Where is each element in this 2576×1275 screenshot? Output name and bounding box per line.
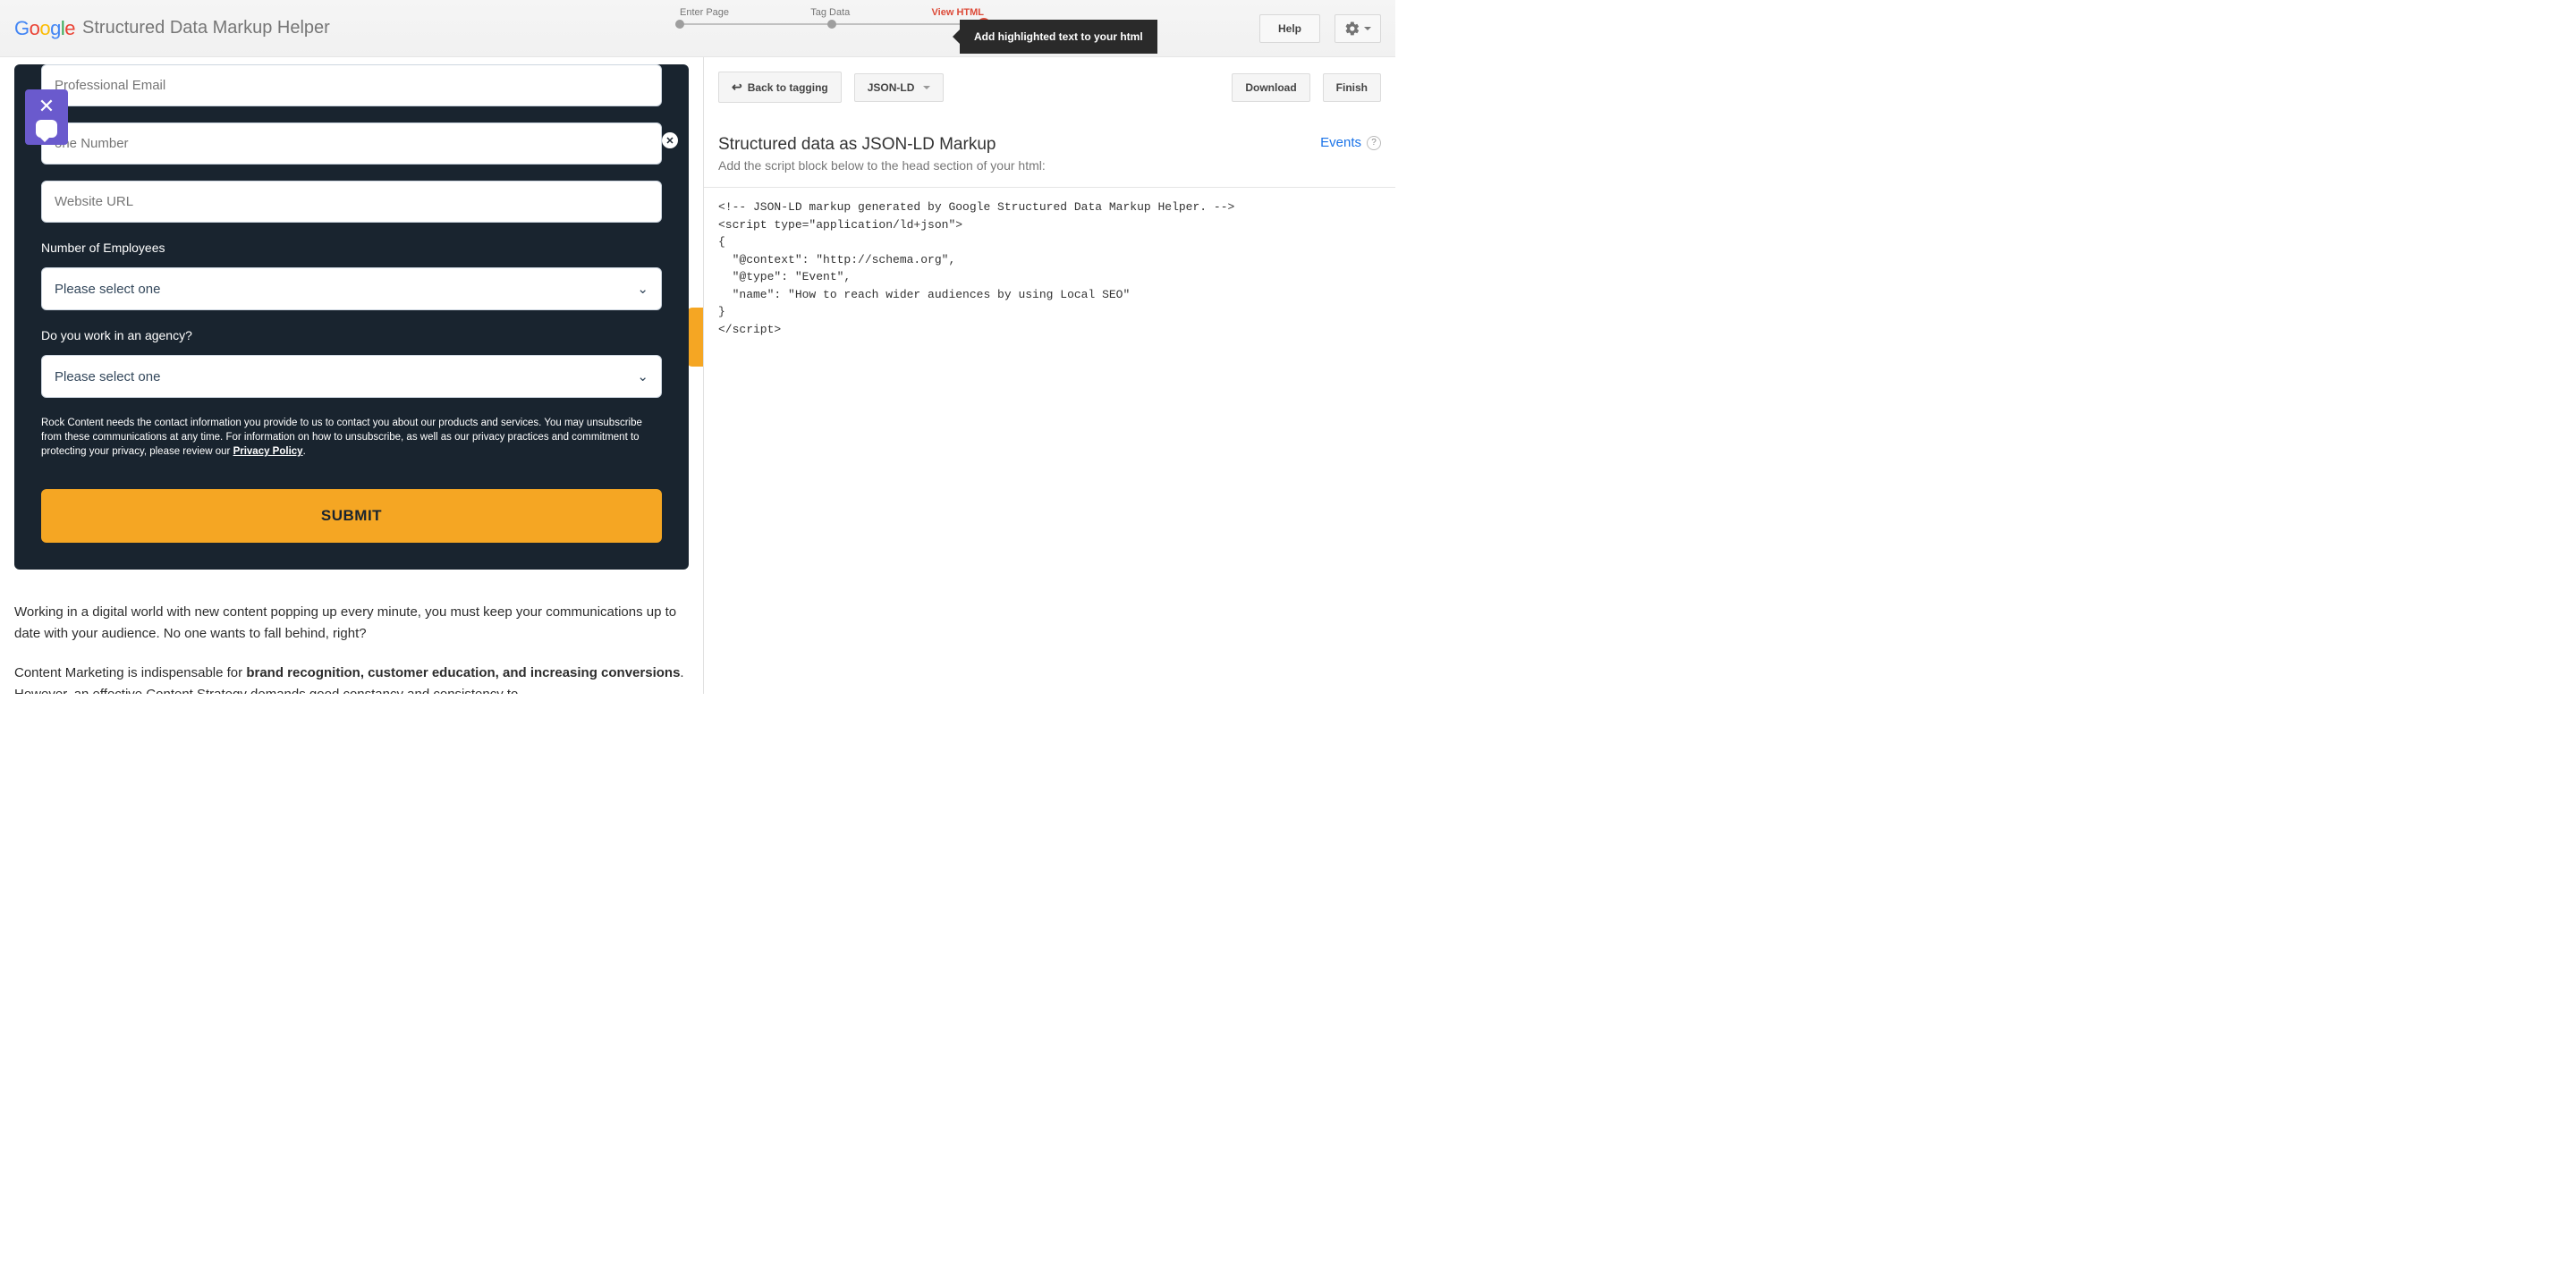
- article-body: Working in a digital world with new cont…: [14, 602, 689, 694]
- google-logo: Google: [14, 17, 75, 40]
- chat-bubble-icon: [36, 120, 57, 138]
- right-panel: ↩ Back to tagging JSON-LD Download Finis…: [703, 57, 1395, 694]
- left-panel: ✕ ✕ Number of Employees Please select on…: [0, 57, 703, 694]
- article-p1: Working in a digital world with new cont…: [14, 602, 689, 645]
- email-field[interactable]: [41, 64, 662, 106]
- app-header: Google Structured Data Markup Helper Ent…: [0, 0, 1395, 57]
- employees-value: Please select one: [55, 282, 160, 297]
- logo-area: Google Structured Data Markup Helper: [14, 17, 330, 40]
- submit-button[interactable]: SUBMIT: [41, 489, 662, 543]
- article-p2: Content Marketing is indispensable for b…: [14, 663, 689, 694]
- chat-widget[interactable]: ✕: [25, 89, 68, 145]
- code-output[interactable]: <!-- JSON-LD markup generated by Google …: [704, 188, 1395, 349]
- privacy-policy-link[interactable]: Privacy Policy: [233, 446, 303, 457]
- format-dropdown[interactable]: JSON-LD: [854, 73, 945, 102]
- app-title: Structured Data Markup Helper: [82, 18, 330, 38]
- settings-button[interactable]: [1335, 14, 1381, 43]
- employees-label: Number of Employees: [41, 241, 662, 255]
- chevron-down-icon: ⌄: [637, 281, 648, 297]
- step-enter-page[interactable]: Enter Page: [680, 7, 729, 18]
- step-dot-1[interactable]: [675, 20, 684, 29]
- output-subtitle: Add the script block below to the head s…: [718, 158, 1046, 173]
- step-tag-data[interactable]: Tag Data: [810, 7, 850, 18]
- output-heading: Structured data as JSON-LD Markup Add th…: [718, 135, 1046, 182]
- step-view-html[interactable]: View HTML: [932, 7, 984, 18]
- back-arrow-icon: ↩: [732, 80, 742, 95]
- dismiss-button[interactable]: ✕: [662, 132, 678, 148]
- main-split: ✕ ✕ Number of Employees Please select on…: [0, 57, 1395, 694]
- signup-form: ✕ Number of Employees Please select one …: [14, 64, 689, 570]
- events-link[interactable]: Events: [1320, 135, 1361, 150]
- chevron-down-icon: ⌄: [637, 368, 648, 384]
- output-title: Structured data as JSON-LD Markup: [718, 135, 1046, 155]
- agency-label: Do you work in an agency?: [41, 328, 662, 342]
- agency-select[interactable]: Please select one ⌄: [41, 355, 662, 398]
- help-button[interactable]: Help: [1259, 14, 1320, 43]
- close-icon[interactable]: ✕: [38, 97, 55, 116]
- stepper-tooltip: Add highlighted text to your html: [960, 20, 1157, 54]
- back-to-tagging-button[interactable]: ↩ Back to tagging: [718, 72, 842, 103]
- website-field[interactable]: [41, 181, 662, 223]
- download-button[interactable]: Download: [1232, 73, 1309, 102]
- decorative-strip: [687, 308, 703, 367]
- agency-value: Please select one: [55, 369, 160, 384]
- gear-icon: [1344, 21, 1360, 37]
- right-toolbar: ↩ Back to tagging JSON-LD Download Finis…: [704, 57, 1395, 117]
- privacy-disclaimer: Rock Content needs the contact informati…: [41, 416, 662, 459]
- step-dot-2[interactable]: [827, 20, 836, 29]
- chevron-down-icon: [923, 86, 930, 89]
- employees-select[interactable]: Please select one ⌄: [41, 267, 662, 310]
- help-icon[interactable]: ?: [1367, 136, 1381, 150]
- chevron-down-icon: [1364, 27, 1371, 30]
- finish-button[interactable]: Finish: [1323, 73, 1381, 102]
- phone-field[interactable]: [41, 122, 662, 165]
